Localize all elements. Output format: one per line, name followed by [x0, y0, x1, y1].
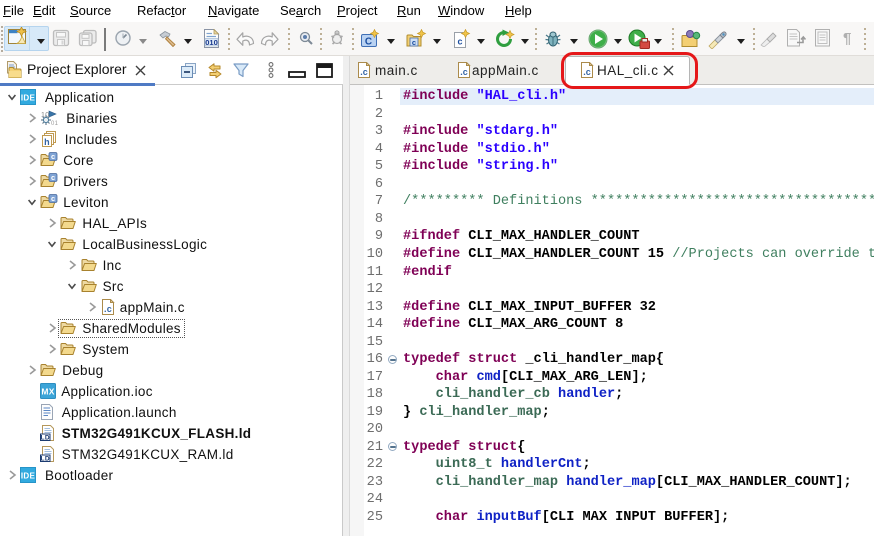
svg-text:01: 01 — [51, 121, 58, 126]
svg-text:IDE: IDE — [21, 472, 36, 481]
svg-text:c: c — [51, 152, 55, 161]
svg-text:c: c — [51, 194, 55, 203]
svg-text:LD: LD — [41, 455, 50, 462]
svg-text:c: c — [51, 173, 55, 182]
svg-text:LD: LD — [41, 434, 50, 441]
svg-text:IDE: IDE — [21, 94, 36, 103]
svg-text:c: c — [412, 38, 416, 47]
svg-text:C: C — [365, 37, 372, 48]
svg-text:010: 010 — [205, 38, 218, 47]
svg-text:.c: .c — [360, 67, 368, 77]
svg-text:c: c — [457, 37, 462, 47]
svg-text:MX: MX — [42, 387, 55, 397]
svg-text:.c: .c — [460, 67, 468, 77]
svg-text:.c: .c — [104, 304, 112, 314]
svg-text:h: h — [44, 137, 50, 147]
